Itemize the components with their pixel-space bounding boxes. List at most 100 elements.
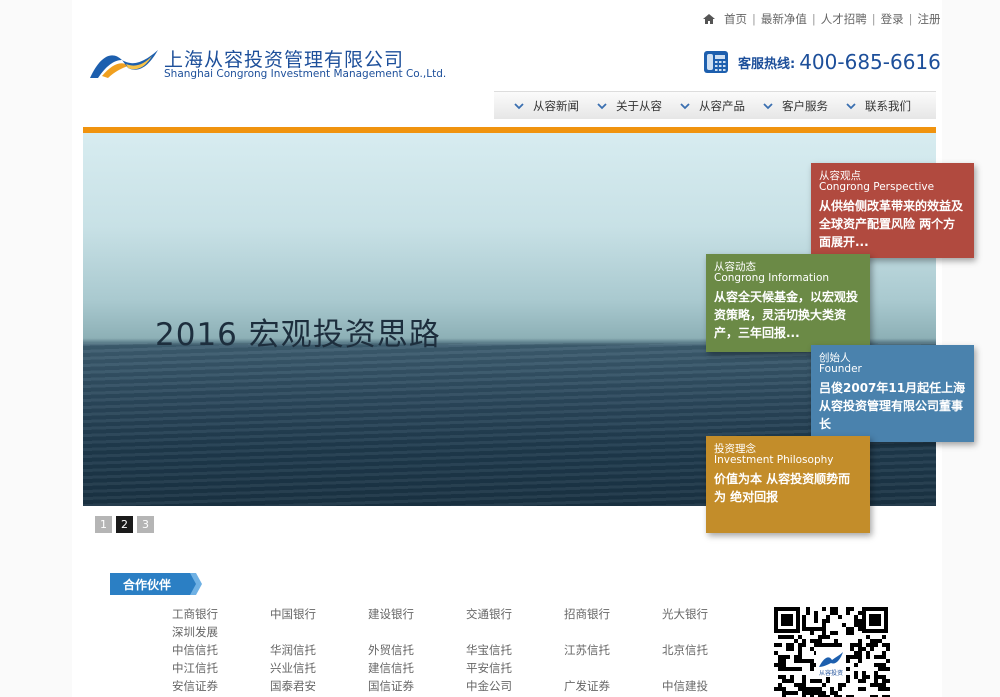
qr-module [882,679,886,683]
partner-link[interactable]: 中信信托 [172,642,270,660]
tile-body: 吕俊2007年11月起任上海从容投资管理有限公司董事长 [819,381,966,431]
tile-information[interactable]: 从容动态 Congrong Information 从容全天候基金，以宏观投资策… [706,254,870,352]
tile-founder[interactable]: 创始人 Founder 吕俊2007年11月起任上海从容投资管理有限公司董事长 [811,345,974,442]
qr-module [798,651,802,655]
banner-page-1[interactable]: 1 [95,516,112,533]
partner-link[interactable]: 工商银行 [172,606,270,624]
qr-module [802,679,806,683]
nav-item-news[interactable]: 从容新闻 [514,98,579,114]
nav-item-products[interactable]: 从容产品 [680,98,745,114]
chevron-down-icon [597,102,607,109]
partner-link[interactable]: 江苏信托 [564,642,662,660]
nav-item-about[interactable]: 关于从容 [597,98,662,114]
qr-module [810,691,814,695]
qr-module [814,619,818,623]
qr-module [830,643,834,647]
qr-module [834,639,838,643]
qr-module [806,659,810,663]
company-name-en: Shanghai Congrong Investment Management … [164,68,447,80]
qr-module [826,635,830,639]
qr-module [786,691,790,695]
partner-link[interactable]: 外贸信托 [368,642,466,660]
partner-link[interactable]: 国泰君安 [270,678,368,696]
qr-module [850,631,854,635]
partner-link[interactable]: 建设银行 [368,606,466,624]
partner-empty [662,624,760,642]
tile-philosophy[interactable]: 投资理念 Investment Philosophy 价值为本 从容投资顺势而为… [706,436,870,533]
qr-module [790,679,794,683]
home-icon[interactable] [702,13,716,25]
qr-module [882,651,886,655]
qr-module [878,667,882,671]
qr-code: 从容投资 [772,605,890,697]
qr-module [846,627,850,631]
qr-module [846,659,850,663]
partner-link[interactable]: 招商银行 [564,606,662,624]
partner-empty [662,660,760,678]
qr-module [858,619,862,623]
partner-link[interactable]: 光大银行 [662,606,760,624]
qr-module [882,643,886,647]
jobs-link[interactable]: 人才招聘 [821,11,867,27]
qr-module [882,635,886,639]
tile-perspective[interactable]: 从容观点 Congrong Perspective 从供给侧改革带来的效益及 全… [811,163,974,258]
login-link[interactable]: 登录 [881,11,904,27]
qr-module [782,667,786,671]
partner-link[interactable]: 建信信托 [368,660,466,678]
nav-item-contact[interactable]: 联系我们 [846,98,911,114]
partner-link[interactable]: 兴业信托 [270,660,368,678]
latest-nav-link[interactable]: 最新净值 [761,11,807,27]
qr-module [822,607,826,611]
partner-link[interactable]: 安信证券 [172,678,270,696]
qr-module [814,611,818,615]
qr-module [822,619,826,623]
main-nav: 从容新闻 关于从容 从容产品 客户服务 联系我们 [494,91,936,119]
register-link[interactable]: 注册 [918,11,941,27]
qr-module [850,607,854,611]
qr-module [858,611,862,615]
qr-module [786,647,790,651]
qr-module [786,679,790,683]
partner-link[interactable]: 华润信托 [270,642,368,660]
qr-module [782,663,786,667]
partner-link[interactable]: 华宝信托 [466,642,564,660]
partner-link[interactable]: 中金公司 [466,678,564,696]
qr-module [854,675,858,679]
qr-module [802,659,806,663]
banner-page-2[interactable]: 2 [116,516,133,533]
qr-module [862,675,866,679]
qr-module [818,679,822,683]
qr-module [834,631,838,635]
partner-link[interactable]: 深圳发展 [172,624,270,642]
qr-module [786,655,790,659]
tile-title-en: Founder [819,363,862,375]
partner-link[interactable]: 国信证券 [368,678,466,696]
qr-module [818,627,822,631]
qr-module [814,679,818,683]
qr-module [886,643,890,647]
hotline-number: 400-685-6616 [799,50,941,74]
partner-link[interactable]: 广发证券 [564,678,662,696]
qr-module [814,687,818,691]
home-link[interactable]: 首页 [724,11,747,27]
qr-module [870,643,874,647]
qr-module [810,687,814,691]
qr-module [806,687,810,691]
partner-link[interactable]: 平安信托 [466,660,564,678]
qr-module [822,643,826,647]
qr-module [774,651,778,655]
partner-link[interactable]: 北京信托 [662,642,760,660]
banner-page-3[interactable]: 3 [137,516,154,533]
qr-module [874,679,878,683]
partner-link[interactable]: 中国银行 [270,606,368,624]
qr-module [814,615,818,619]
partner-link[interactable]: 中信建投 [662,678,760,696]
nav-item-service[interactable]: 客户服务 [763,98,828,114]
tile-body: 价值为本 从容投资顺势而为 绝对回报 [714,472,851,504]
qr-module [782,659,786,663]
qr-module [834,607,838,611]
partner-link[interactable]: 中江信托 [172,660,270,678]
qr-module [826,643,830,647]
company-logo[interactable]: 上海从容投资管理有限公司 Shanghai Congrong Investmen… [88,44,448,84]
partner-link[interactable]: 交通银行 [466,606,564,624]
